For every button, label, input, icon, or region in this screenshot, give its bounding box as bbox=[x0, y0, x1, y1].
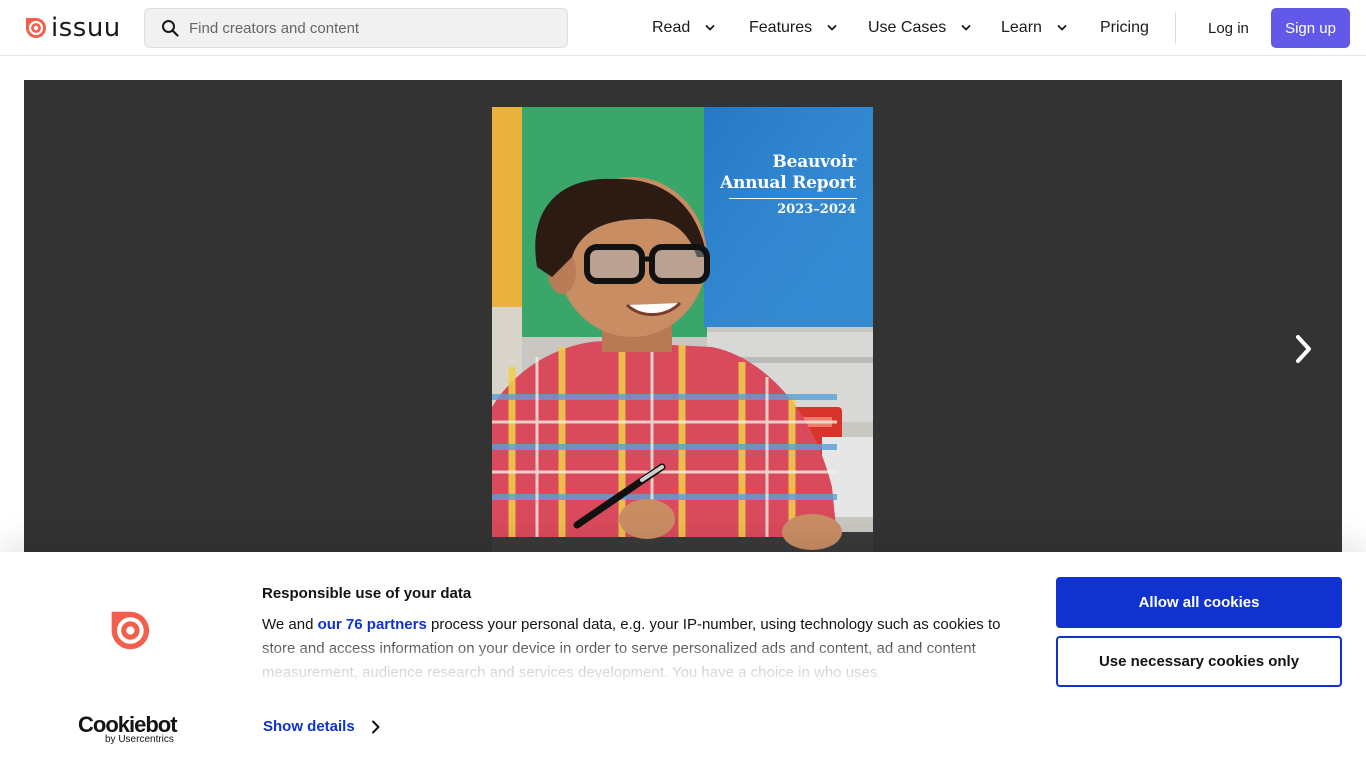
cookiebot-byline: by Usercentrics bbox=[105, 734, 174, 745]
cover-year: 2023–2024 bbox=[777, 202, 856, 217]
nav-read-label: Read bbox=[652, 19, 691, 36]
search-icon bbox=[162, 20, 179, 37]
next-page-button[interactable] bbox=[1290, 331, 1318, 367]
show-details-label: Show details bbox=[263, 718, 355, 735]
nav-use-cases-label: Use Cases bbox=[868, 19, 947, 36]
nav-learn-label: Learn bbox=[1001, 19, 1042, 36]
nav-learn[interactable]: Learn bbox=[1001, 0, 1068, 56]
top-header: issuu Read Features Use Cases Learn Pric… bbox=[0, 0, 1366, 56]
login-link[interactable]: Log in bbox=[1208, 0, 1249, 56]
nav-pricing[interactable]: Pricing bbox=[1100, 0, 1149, 56]
chevron-down-icon bbox=[1057, 25, 1067, 31]
nav-features[interactable]: Features bbox=[749, 0, 838, 56]
cover-rule bbox=[729, 198, 857, 199]
cover-title: Beauvoir Annual Report bbox=[720, 152, 856, 194]
necessary-cookies-button[interactable]: Use necessary cookies only bbox=[1056, 636, 1342, 687]
cookie-text-intro: We and bbox=[262, 616, 318, 633]
chevron-down-icon bbox=[961, 25, 971, 31]
issuu-logo[interactable]: issuu bbox=[24, 14, 121, 42]
search-input[interactable] bbox=[189, 19, 549, 37]
cookiebot-logo: Cookiebot by Usercentrics bbox=[78, 713, 178, 746]
cookie-consent-banner: Cookiebot by Usercentrics Responsible us… bbox=[0, 552, 1366, 768]
issuu-logo-icon bbox=[26, 18, 46, 38]
logo-wordmark: issuu bbox=[51, 13, 121, 43]
chevron-down-icon bbox=[827, 25, 837, 31]
nav-pricing-label: Pricing bbox=[1100, 19, 1149, 36]
document-viewer: Beauvoir Annual Report 2023–2024 bbox=[24, 80, 1342, 560]
nav-use-cases[interactable]: Use Cases bbox=[868, 0, 972, 56]
cookie-description: We and our 76 partners process your pers… bbox=[262, 613, 1032, 683]
nav-features-label: Features bbox=[749, 19, 813, 36]
cover-title-line1: Beauvoir bbox=[772, 152, 856, 172]
issuu-icon bbox=[106, 608, 151, 658]
chevron-right-icon bbox=[1296, 335, 1311, 363]
signup-button[interactable]: Sign up bbox=[1271, 8, 1350, 48]
chevron-down-icon bbox=[705, 25, 715, 31]
header-divider bbox=[1175, 12, 1176, 44]
search-bar[interactable] bbox=[144, 8, 568, 48]
show-details-link[interactable]: Show details bbox=[263, 718, 381, 735]
cover-title-line2: Annual Report bbox=[719, 173, 856, 193]
cookie-title: Responsible use of your data bbox=[262, 585, 472, 602]
document-cover[interactable]: Beauvoir Annual Report 2023–2024 bbox=[492, 107, 873, 560]
nav-read[interactable]: Read bbox=[652, 0, 716, 56]
chevron-right-icon bbox=[371, 720, 380, 733]
partners-link[interactable]: our 76 partners bbox=[318, 616, 427, 633]
allow-all-cookies-button[interactable]: Allow all cookies bbox=[1056, 577, 1342, 628]
